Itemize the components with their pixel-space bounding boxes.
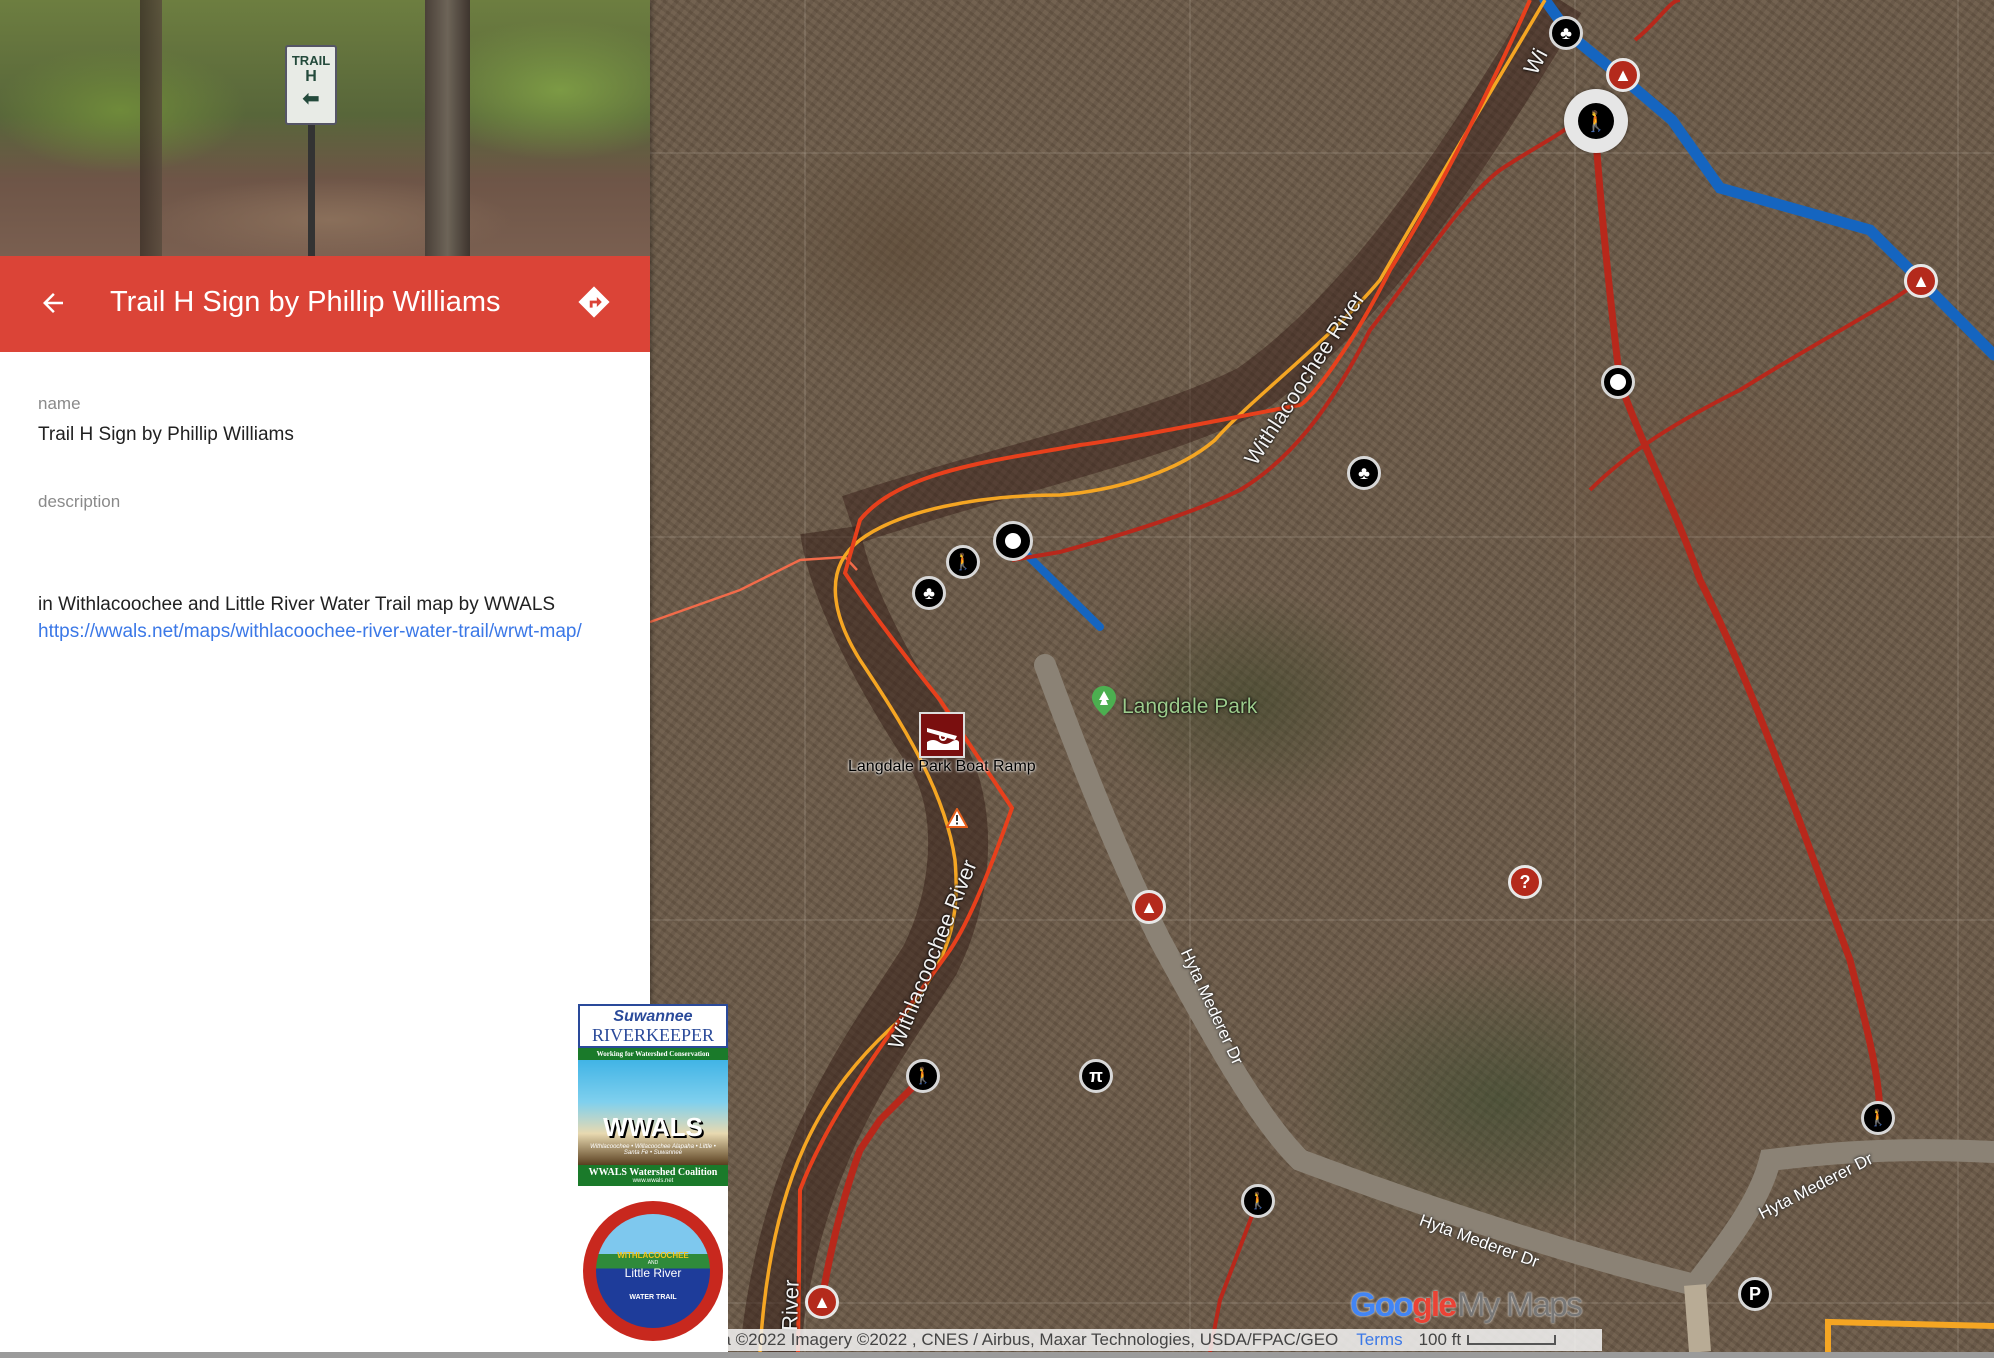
circle-marker[interactable]: [1601, 365, 1635, 399]
feature-photo[interactable]: TRAIL H ⬅: [0, 0, 650, 256]
hiker-marker[interactable]: 🚶: [946, 545, 980, 579]
field-value: [38, 522, 650, 582]
logo-text: Working for Watershed Conservation: [596, 1050, 710, 1058]
hiker-icon: 🚶: [1248, 1193, 1268, 1210]
mymaps-wordmark: My Maps: [1457, 1286, 1583, 1324]
logo-text: Withlacoochee • Willacoochee Alapaha • L…: [590, 1144, 716, 1156]
warning-marker[interactable]: ▲: [1606, 58, 1640, 92]
scale-bar: [1467, 1335, 1557, 1345]
question-icon: ?: [1519, 871, 1531, 892]
field-value: Trail H Sign by Phillip Williams: [38, 424, 294, 445]
hiker-marker[interactable]: 🚶: [1241, 1184, 1275, 1218]
park-label[interactable]: Langdale Park: [1122, 695, 1257, 719]
photo-sign-pole: [308, 125, 315, 256]
description-link[interactable]: https://wwals.net/maps/withlacoochee-riv…: [38, 616, 628, 647]
boat-ramp-marker[interactable]: [919, 712, 965, 758]
tree-icon: ♣: [923, 582, 935, 603]
logo-text: WATER TRAIL: [629, 1294, 677, 1301]
map-attribution: Map data ©2022 Imagery ©2022 , CNES / Ai…: [652, 1329, 1602, 1351]
hiking-trail-line: [1588, 279, 1922, 492]
tree-icon: ♣: [1358, 462, 1370, 483]
hiker-icon: 🚶: [1868, 1110, 1888, 1127]
water-trail-line: [1825, 1318, 1994, 1352]
logo-text: WWALS: [603, 1112, 703, 1142]
warning-icon: ▲: [1614, 64, 1632, 85]
partner-logos: Suwannee RIVERKEEPER Working for Watersh…: [578, 1004, 728, 1356]
warning-icon: [945, 806, 969, 828]
circle-marker[interactable]: [993, 521, 1033, 561]
riverkeeper-logo[interactable]: Suwannee RIVERKEEPER: [578, 1004, 728, 1048]
logo-text: WWALS Watershed Coalition: [588, 1167, 718, 1178]
river-water: [842, 0, 1582, 544]
arrow-left-icon: ⬅: [302, 88, 320, 110]
tree-marker[interactable]: ♣: [1347, 456, 1381, 490]
hiker-icon: 🚶: [1583, 110, 1609, 133]
description-field: description in Withlacoochee and Little …: [38, 492, 650, 647]
photo-tree: [140, 0, 162, 256]
road-spur: [1684, 1284, 1711, 1352]
circle-icon: [1005, 533, 1021, 549]
logo-text: Little River: [624, 1266, 682, 1280]
warning-marker[interactable]: ▲: [1904, 264, 1938, 298]
warning-marker[interactable]: ▲: [1132, 890, 1166, 924]
sign-text: H: [305, 68, 317, 85]
parking-marker[interactable]: P: [1738, 1277, 1772, 1311]
scale-label: 100 ft: [1418, 1330, 1462, 1349]
back-button[interactable]: [38, 288, 68, 318]
google-wordmark: Goo: [1350, 1286, 1414, 1324]
field-label: name: [38, 394, 81, 413]
directions-button[interactable]: [577, 285, 611, 319]
park-pin-icon[interactable]: [1092, 686, 1116, 716]
warning-icon: ▲: [1140, 896, 1158, 917]
panel-header: Trail H Sign by Phillip Williams: [0, 256, 650, 352]
photo-trail-sign: TRAIL H ⬅: [285, 45, 337, 125]
field-label: description: [38, 492, 121, 511]
sign-text: TRAIL: [291, 53, 331, 68]
hiking-trail-line: [1591, 124, 1884, 1119]
google-my-maps-logo: GoogleMy Maps: [1350, 1286, 1583, 1325]
panel-title: Trail H Sign by Phillip Williams: [110, 286, 501, 318]
picnic-table-icon: π: [1089, 1065, 1103, 1086]
name-field: name Trail H Sign by Phillip Williams: [38, 394, 650, 446]
hiker-icon: 🚶: [913, 1068, 933, 1085]
water-trail-logo[interactable]: WITHLACOOCHEE AND Little River WATER TRA…: [578, 1186, 728, 1356]
window-bottom-edge: [0, 1352, 1994, 1358]
google-wordmark-part: gle: [1411, 1286, 1457, 1324]
circle-icon: [1610, 374, 1626, 390]
photo-tree: [425, 0, 470, 256]
warning-icon: ▲: [1912, 270, 1930, 291]
logo-text: WITHLACOOCHEE: [617, 1251, 689, 1260]
warning-marker[interactable]: ▲: [805, 1285, 839, 1319]
wwals-logo[interactable]: Working for Watershed Conservation WWALS…: [578, 1048, 728, 1186]
logo-text: Suwannee: [613, 1008, 693, 1025]
attribution-text: Map data ©2022 Imagery ©2022 , CNES / Ai…: [660, 1330, 1339, 1349]
hiker-marker[interactable]: 🚶: [906, 1059, 940, 1093]
question-marker[interactable]: ?: [1508, 865, 1542, 899]
feature-details-panel: TRAIL H ⬅ Trail H Sign by Phillip Willia…: [0, 0, 650, 1352]
warning-icon: ▲: [813, 1291, 831, 1312]
logo-text: www.wwals.net: [632, 1178, 674, 1184]
parking-icon: P: [1748, 1283, 1761, 1304]
arrow-back-icon: [43, 293, 63, 313]
wwals-art: WWALS Withlacoochee • Willacoochee Alapa…: [578, 1060, 728, 1165]
description-text: in Withlacoochee and Little River Water …: [38, 594, 556, 615]
boat-ramp-label: Langdale Park Boat Ramp: [848, 758, 1036, 775]
tree-marker[interactable]: ♣: [912, 576, 946, 610]
tree-icon: ♣: [1560, 22, 1572, 43]
directions-icon: [578, 286, 610, 318]
boat-ramp-icon: [927, 728, 959, 750]
selected-hiker-marker[interactable]: 🚶: [1564, 89, 1628, 153]
hiker-icon: 🚶: [953, 554, 973, 571]
hiking-trail-line: [1633, 0, 1681, 42]
river-label-bottom: River: [777, 1279, 804, 1332]
picnic-marker[interactable]: π: [1079, 1059, 1113, 1093]
warning-small-marker[interactable]: [945, 806, 969, 828]
terms-link[interactable]: Terms: [1356, 1329, 1402, 1351]
logo-text: RIVERKEEPER: [591, 1025, 714, 1045]
hiker-marker[interactable]: 🚶: [1861, 1101, 1895, 1135]
tree-marker[interactable]: ♣: [1549, 16, 1583, 50]
